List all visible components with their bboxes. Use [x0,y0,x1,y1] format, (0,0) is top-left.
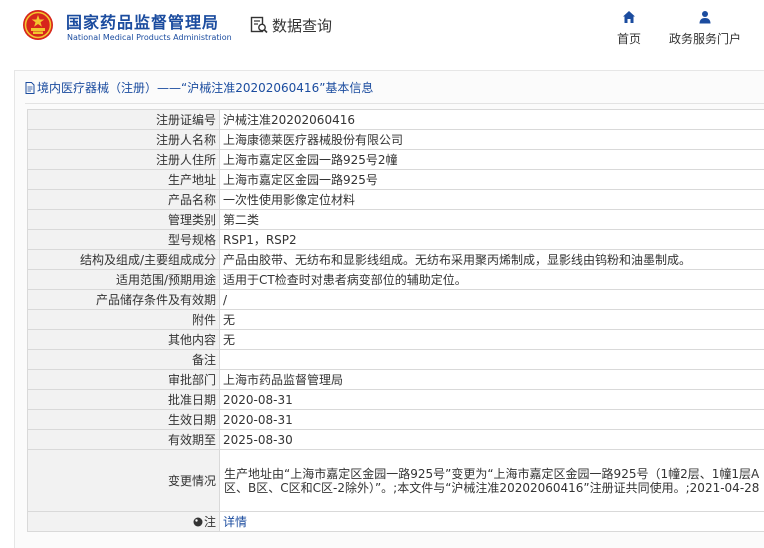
nav-home[interactable]: 首页 [613,10,645,47]
table-row: 生产地址上海市嘉定区金园一路925号 [28,170,764,190]
row-value: 上海市药品监督管理局 [220,370,764,390]
row-label: 其他内容 [28,330,220,350]
row-label: 结构及组成/主要组成成分 [28,250,220,270]
nav-home-label: 首页 [617,32,641,46]
table-row: 附件无 [28,310,764,330]
content-panel: 境内医疗器械（注册）——“沪械注准20202060416”基本信息 注册证编号沪… [14,70,764,548]
row-label: 注册证编号 [28,110,220,130]
row-label: 生效日期 [28,410,220,430]
table-row: 适用范围/预期用途适用于CT检查时对患者病变部位的辅助定位。 [28,270,764,290]
row-value: 详情 [220,512,764,532]
table-row: 管理类别第二类 [28,210,764,230]
table-row: 批准日期2020-08-31 [28,390,764,410]
row-value: 上海市嘉定区金园一路925号2幢 [220,150,764,170]
row-label: 管理类别 [28,210,220,230]
user-icon [698,10,712,24]
row-value: / [220,290,764,310]
home-icon [622,10,636,24]
row-value: 2020-08-31 [220,410,764,430]
site-name-en[interactable]: National Medical Products Administration [67,33,232,42]
row-value: RSP1，RSP2 [220,230,764,250]
row-label: 注册人名称 [28,130,220,150]
breadcrumb: 境内医疗器械（注册）——“沪械注准20202060416”基本信息 [25,79,373,96]
table-row: 注册人住所上海市嘉定区金园一路925号2幢 [28,150,764,170]
site-name[interactable]: 国家药品监督管理局 [66,9,219,33]
table-row: 备注 [28,350,764,370]
site-header: 国家药品监督管理局 National Medical Products Admi… [0,0,764,64]
row-value: 产品由胶带、无纺布和显影线组成。无纺布采用聚丙烯制成，显影线由钨粉和油墨制成。 [220,250,764,270]
table-row: 结构及组成/主要组成成分产品由胶带、无纺布和显影线组成。无纺布采用聚丙烯制成，显… [28,250,764,270]
table-row: 注册证编号沪械注准20202060416 [28,110,764,130]
table-row: 产品储存条件及有效期/ [28,290,764,310]
breadcrumb-text: 境内医疗器械（注册）——“沪械注准20202060416”基本信息 [37,79,373,96]
table-row: 产品名称一次性使用影像定位材料 [28,190,764,210]
row-value: 2020-08-31 [220,390,764,410]
note-icon [193,517,203,527]
table-row: 生效日期2020-08-31 [28,410,764,430]
row-label: 批准日期 [28,390,220,410]
table-row: 注册人名称上海康德莱医疗器械股份有限公司 [28,130,764,150]
row-value: 沪械注准20202060416 [220,110,764,130]
row-label: 审批部门 [28,370,220,390]
row-value: 无 [220,330,764,350]
row-label: 有效期至 [28,430,220,450]
row-label-note: 注 [28,512,220,532]
table-row: 注 详情 [28,512,764,532]
document-icon [25,82,35,94]
table-row: 变更情况生产地址由“上海市嘉定区金园一路925号”变更为“上海市嘉定区金园一路9… [28,450,764,512]
row-label-text: 注 [204,515,216,529]
row-label: 附件 [28,310,220,330]
row-value: 适用于CT检查时对患者病变部位的辅助定位。 [220,270,764,290]
table-row: 其他内容无 [28,330,764,350]
nav-service-portal[interactable]: 政务服务门户 [665,10,745,47]
table-row: 审批部门上海市药品监督管理局 [28,370,764,390]
national-emblem-icon[interactable] [22,9,54,41]
device-info-table: 注册证编号沪械注准20202060416 注册人名称上海康德莱医疗器械股份有限公… [27,109,764,532]
row-label: 产品名称 [28,190,220,210]
row-label: 适用范围/预期用途 [28,270,220,290]
row-label: 注册人住所 [28,150,220,170]
table-row: 型号规格RSP1，RSP2 [28,230,764,250]
divider [25,103,764,104]
data-query-label: 数据查询 [272,15,332,36]
data-query-icon [250,16,268,34]
row-label: 备注 [28,350,220,370]
row-label: 产品储存条件及有效期 [28,290,220,310]
row-value: 上海市嘉定区金园一路925号 [220,170,764,190]
row-value: 上海康德莱医疗器械股份有限公司 [220,130,764,150]
row-value [220,350,764,370]
row-value: 一次性使用影像定位材料 [220,190,764,210]
row-value: 第二类 [220,210,764,230]
row-label: 变更情况 [28,450,220,512]
row-value: 生产地址由“上海市嘉定区金园一路925号”变更为“上海市嘉定区金园一路925号（… [220,450,764,512]
data-query-link[interactable]: 数据查询 [250,13,332,37]
details-link[interactable]: 详情 [223,515,247,529]
nav-service-label: 政务服务门户 [669,32,741,46]
table-row: 有效期至2025-08-30 [28,430,764,450]
row-label: 型号规格 [28,230,220,250]
row-value: 2025-08-30 [220,430,764,450]
row-value: 无 [220,310,764,330]
row-label: 生产地址 [28,170,220,190]
